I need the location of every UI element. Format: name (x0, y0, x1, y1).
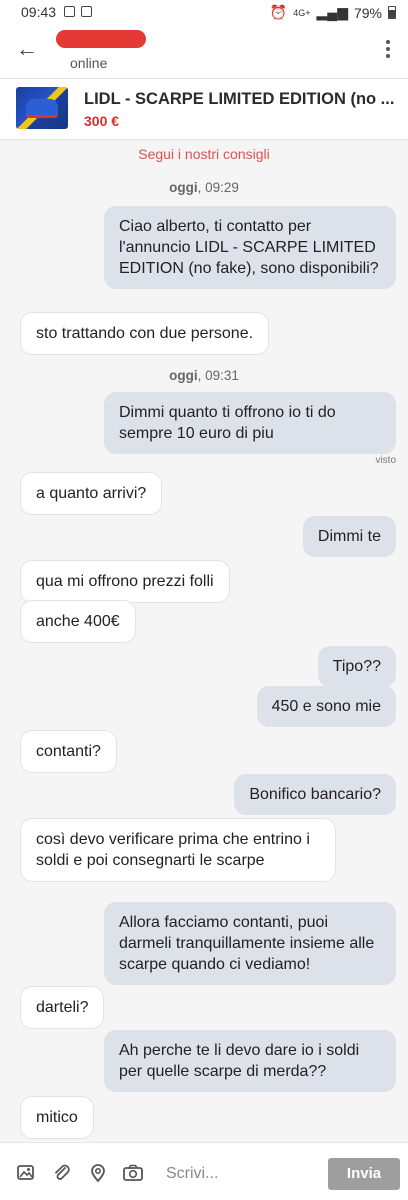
camera-icon[interactable] (122, 1163, 144, 1183)
message-outgoing: Bonifico bancario? (234, 774, 396, 815)
message-incoming: a quanto arrivi? (20, 472, 163, 515)
send-button[interactable]: Invia (328, 1158, 400, 1190)
message-incoming: qua mi offrono prezzi folli (20, 560, 230, 603)
listing-thumbnail (16, 87, 68, 129)
message-input[interactable]: Scrivi... (166, 1165, 218, 1183)
location-icon[interactable] (88, 1163, 108, 1183)
alarm-icon: ⏰ (269, 4, 288, 20)
day-time: , 09:31 (197, 368, 239, 383)
day-label: oggi (169, 368, 198, 383)
message-outgoing: Ciao alberto, ti contatto per l'annuncio… (104, 206, 396, 289)
contact-status: online (70, 55, 108, 71)
back-arrow-icon[interactable]: ← (16, 38, 38, 60)
tips-link[interactable]: Segui i nostri consigli (0, 146, 408, 162)
day-label: oggi (169, 180, 198, 195)
message-composer: Scrivi... Invia (0, 1142, 408, 1200)
message-outgoing: Dimmi quanto ti offrono io ti do sempre … (104, 392, 396, 454)
status-bar: 09:43 ⏰ 4G+ ▂▄▆ 79% (0, 0, 408, 26)
attachment-icon[interactable] (52, 1163, 72, 1183)
signal-icon: ▂▄▆ (316, 4, 348, 20)
listing-price: 300 € (84, 113, 120, 129)
message-incoming: anche 400€ (20, 600, 136, 643)
notification-icons (64, 6, 92, 17)
chat-area[interactable]: Segui i nostri consigli oggi, 09:29 Ciao… (0, 140, 408, 1142)
day-time: , 09:29 (197, 180, 239, 195)
network-type: 4G+ (293, 7, 311, 18)
message-outgoing: 450 e sono mie (256, 686, 396, 727)
notification-icon (64, 6, 75, 17)
message-outgoing: Allora facciamo contanti, puoi darmeli t… (104, 902, 396, 985)
message-incoming: così devo verificare prima che entrino i… (20, 818, 336, 882)
message-incoming: mitico (20, 1096, 94, 1139)
listing-title: LIDL - SCARPE LIMITED EDITION (no ... (84, 90, 395, 108)
seen-receipt: visto (375, 455, 396, 466)
gallery-icon[interactable] (16, 1163, 36, 1183)
status-right: ⏰ 4G+ ▂▄▆ 79% (270, 4, 396, 21)
listing-card[interactable]: LIDL - SCARPE LIMITED EDITION (no ... 30… (0, 78, 408, 140)
message-outgoing: Tipo?? (317, 646, 396, 687)
redacted-contact-name (56, 30, 146, 48)
message-outgoing: Ah perche te li devo dare io i soldi per… (104, 1030, 396, 1092)
day-separator: oggi, 09:29 (0, 180, 408, 195)
message-incoming: darteli? (20, 986, 105, 1029)
day-separator: oggi, 09:31 (0, 368, 408, 383)
battery-icon (388, 6, 396, 19)
message-incoming: sto trattando con due persone. (20, 312, 270, 355)
message-outgoing: Dimmi te (302, 516, 396, 557)
message-incoming: contanti? (20, 730, 117, 773)
image-notification-icon (81, 6, 92, 17)
battery-level: 79% (353, 4, 382, 21)
status-time: 09:43 (21, 4, 57, 20)
chat-header: ← online (0, 26, 408, 78)
more-vert-icon[interactable] (386, 40, 390, 58)
